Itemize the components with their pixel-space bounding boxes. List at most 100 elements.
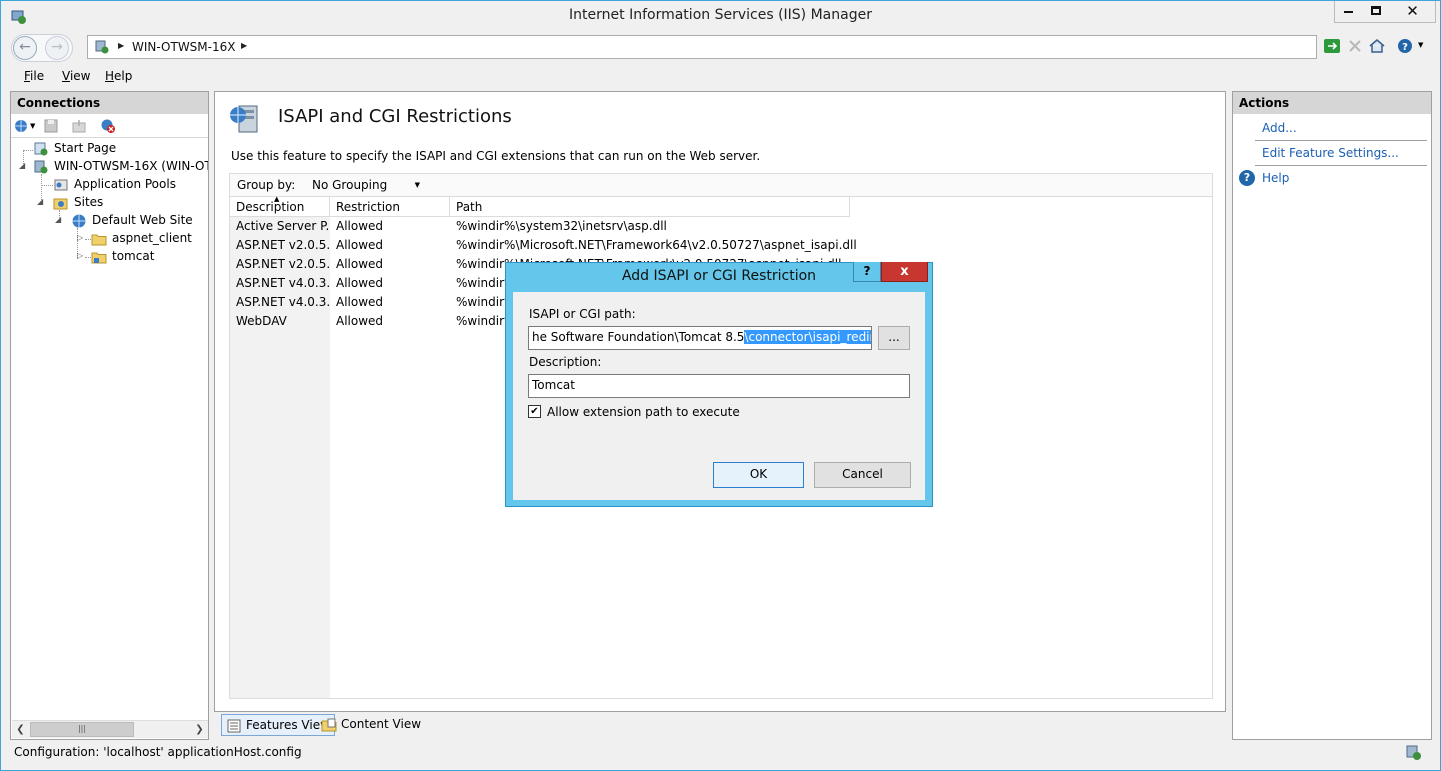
cell-restriction: Allowed (336, 295, 384, 309)
address-separator-icon[interactable]: ▶ (118, 41, 124, 50)
help-menu-icon[interactable]: ? (1397, 37, 1415, 55)
stop-icon[interactable] (1346, 37, 1364, 55)
minimize-icon (1344, 11, 1353, 13)
address-bar[interactable]: ▶ WIN-OTWSM-16X ▶ (87, 35, 1317, 59)
connect-dropdown-icon[interactable]: ▼ (30, 122, 35, 130)
tree-item-label: Sites (74, 195, 104, 209)
isapi-cgi-path-input[interactable]: he Software Foundation\Tomcat 8.5\connec… (528, 326, 872, 350)
connections-horizontal-scrollbar[interactable]: ❮ ||| ❯ (12, 720, 208, 738)
cell-restriction: Allowed (336, 219, 384, 233)
cell-restriction: Allowed (336, 276, 384, 290)
feature-description: Use this feature to specify the ISAPI an… (231, 149, 761, 163)
allow-execute-checkbox[interactable]: ✔ (528, 405, 541, 418)
title-bar[interactable]: Internet Information Services (IIS) Mana… (1, 1, 1440, 32)
tree-line (23, 150, 33, 151)
sort-indicator-icon: ▲ (274, 195, 280, 203)
server-status-icon (1406, 745, 1421, 760)
tree-line (41, 185, 53, 186)
page-title: ISAPI and CGI Restrictions (278, 106, 512, 127)
save-icon[interactable] (43, 118, 59, 134)
tree-item-server[interactable]: ◢ WIN-OTWSM-16X (WIN-OTWSM-16X\Administr… (17, 158, 208, 176)
group-by-label: Group by: (237, 178, 296, 192)
close-window-button[interactable]: ✕ (1390, 1, 1436, 23)
back-arrow-icon: ← (19, 39, 31, 55)
view-tabs: Features View Content View (214, 712, 1226, 738)
connections-header: Connections (11, 92, 208, 114)
group-by-select[interactable]: No Grouping ▼ (308, 176, 424, 195)
cell-path: %windir%\system32\inetsrv\asp.dll (456, 219, 667, 233)
connections-panel: Connections ▼ Start Page ◢ WIN-OTWSM-16X… (10, 91, 209, 740)
content-view-icon (321, 718, 337, 732)
action-help-link[interactable]: Help (1262, 171, 1289, 185)
menu-help-accel: H (105, 69, 115, 83)
column-header-path[interactable]: Path (450, 197, 850, 217)
address-separator-icon[interactable]: ▶ (241, 41, 247, 50)
tree-item-label: WIN-OTWSM-16X (WIN-OTWSM-16X\Administrat… (54, 159, 208, 173)
connect-globe-icon[interactable] (13, 118, 29, 134)
add-isapi-cgi-restriction-dialog: Add ISAPI or CGI Restriction ? x ISAPI o… (505, 262, 933, 507)
close-icon: x (900, 264, 909, 279)
column-header-label: Path (456, 200, 483, 214)
column-header-description[interactable]: Description ▲ (230, 195, 330, 217)
dialog-body: ISAPI or CGI path: he Software Foundatio… (513, 292, 925, 500)
menu-help-label: elp (114, 69, 133, 83)
collapse-arrow-icon[interactable]: ◢ (55, 215, 61, 224)
collapse-arrow-icon[interactable]: ◢ (37, 197, 43, 206)
cell-description: Active Server P... (236, 219, 330, 233)
collapse-arrow-icon[interactable]: ◢ (19, 161, 25, 170)
question-icon: ? (863, 264, 871, 278)
menu-view[interactable]: View (62, 69, 90, 83)
help-dropdown-icon[interactable]: ▼ (1418, 41, 1423, 49)
server-icon (95, 40, 109, 54)
status-text: Configuration: 'localhost' applicationHo… (14, 745, 302, 759)
description-input[interactable]: Tomcat (528, 374, 910, 398)
app-pools-icon (54, 179, 68, 191)
scroll-left-icon[interactable]: ❮ (12, 721, 29, 738)
group-by-value: No Grouping (312, 178, 388, 192)
home-icon[interactable] (1368, 37, 1386, 55)
minimize-button[interactable] (1334, 1, 1362, 23)
menu-help[interactable]: Help (105, 69, 132, 83)
up-level-icon[interactable] (71, 118, 87, 134)
actions-panel: Actions Add... Edit Feature Settings... … (1232, 91, 1432, 740)
tab-content-view[interactable]: Content View (317, 714, 425, 736)
menu-view-accel: V (62, 69, 70, 83)
ok-button[interactable]: OK (713, 462, 804, 488)
maximize-button[interactable] (1362, 1, 1390, 23)
delete-connection-icon[interactable] (100, 118, 116, 134)
tree-item-label: Start Page (54, 141, 117, 155)
dialog-help-button[interactable]: ? (853, 262, 881, 282)
path-selected-text: \connector\isapi_redirect.dll (744, 330, 871, 344)
dialog-close-button[interactable]: x (881, 262, 928, 282)
svg-text:?: ? (1402, 42, 1408, 53)
cell-restriction: Allowed (336, 238, 384, 252)
address-segment-server[interactable]: WIN-OTWSM-16X (132, 40, 235, 54)
cancel-button[interactable]: Cancel (814, 462, 911, 488)
expand-arrow-icon[interactable]: ▷ (77, 251, 83, 260)
browse-button[interactable]: ... (878, 326, 910, 350)
expand-arrow-icon[interactable]: ▷ (77, 233, 83, 242)
action-separator (1255, 165, 1427, 166)
description-label: Description: (529, 355, 602, 369)
tree-item-label: Default Web Site (92, 213, 193, 227)
forward-button[interactable]: → (45, 36, 69, 60)
tree-item-label: Application Pools (74, 177, 176, 191)
action-add-link[interactable]: Add... (1262, 121, 1297, 135)
scroll-right-icon[interactable]: ❯ (191, 721, 208, 738)
isapi-cgi-restrictions-icon (230, 105, 258, 133)
menu-file[interactable]: File (24, 69, 44, 83)
cell-description: WebDAV (236, 314, 287, 328)
column-header-restriction[interactable]: Restriction (330, 197, 450, 217)
refresh-icon[interactable] (1323, 37, 1341, 55)
menu-file-label: ile (30, 69, 45, 83)
action-separator (1255, 140, 1427, 141)
back-button[interactable]: ← (13, 36, 37, 60)
tab-label: Content View (341, 717, 422, 731)
actions-header: Actions (1233, 92, 1431, 114)
server-icon (34, 160, 48, 174)
globe-icon (72, 214, 86, 228)
scroll-thumb[interactable]: ||| (30, 722, 134, 737)
action-edit-feature-settings-link[interactable]: Edit Feature Settings... (1262, 146, 1399, 160)
tree-item-label: aspnet_client (112, 231, 192, 245)
close-icon: ✕ (1406, 2, 1419, 20)
